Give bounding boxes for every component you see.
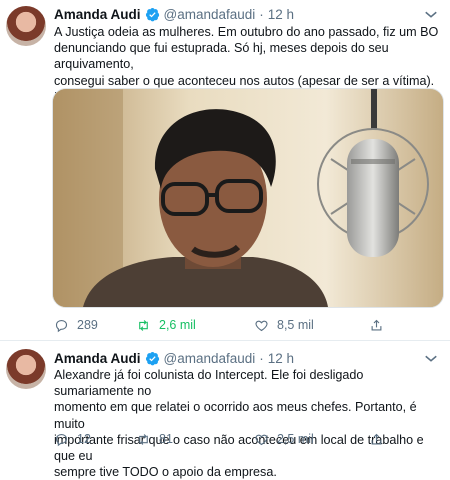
reply-count: 12 <box>77 432 91 446</box>
author-name[interactable]: Amanda Audi <box>54 351 141 366</box>
verified-badge-icon <box>145 351 159 365</box>
timestamp[interactable]: 12 h <box>268 7 294 22</box>
retweet-icon <box>139 433 148 445</box>
more-options-icon[interactable] <box>422 350 440 364</box>
author-handle[interactable]: @amandafaudi <box>164 7 256 22</box>
tweet-text: Alexandre já foi colunista do Intercept.… <box>54 368 424 480</box>
share-button[interactable] <box>369 430 392 448</box>
reply-button[interactable]: 289 <box>54 316 98 334</box>
share-icon <box>371 433 382 444</box>
separator-dot: · <box>259 6 264 22</box>
more-options-icon[interactable] <box>422 6 440 20</box>
reply-icon <box>55 319 68 332</box>
share-button[interactable] <box>369 316 392 334</box>
verified-badge-icon <box>145 7 159 21</box>
separator-dot: · <box>259 350 264 366</box>
tweet[interactable]: Amanda Audi @amandafaudi · 12 h Alexandr… <box>0 340 450 479</box>
heart-icon <box>255 320 268 331</box>
photo-man-with-microphone <box>53 89 443 307</box>
tweet-actions: 289 2,6 mil 8,5 mil <box>54 316 444 334</box>
retweet-count: 81 <box>159 432 173 446</box>
tweet[interactable]: Amanda Audi @amandafaudi · 12 h A Justiç… <box>0 0 450 340</box>
retweet-button[interactable]: 2,6 mil <box>136 316 196 334</box>
tweet-header: Amanda Audi @amandafaudi · 12 h <box>54 5 294 23</box>
tweet-actions: 12 81 2,5 mil <box>54 430 444 448</box>
author-name[interactable]: Amanda Audi <box>54 7 141 22</box>
reply-button[interactable]: 12 <box>54 430 91 448</box>
like-count: 8,5 mil <box>277 318 314 332</box>
retweet-icon <box>139 319 148 331</box>
tweet-header: Amanda Audi @amandafaudi · 12 h <box>54 349 294 367</box>
like-count: 2,5 mil <box>277 432 314 446</box>
author-handle[interactable]: @amandafaudi <box>164 351 256 366</box>
reply-count: 289 <box>77 318 98 332</box>
reply-icon <box>55 433 68 446</box>
timestamp[interactable]: 12 h <box>268 351 294 366</box>
like-button[interactable]: 2,5 mil <box>254 430 314 448</box>
avatar[interactable] <box>6 6 46 46</box>
retweet-button[interactable]: 81 <box>136 430 173 448</box>
tweet-photo[interactable] <box>52 88 444 308</box>
avatar[interactable] <box>6 349 46 389</box>
heart-icon <box>255 434 268 445</box>
retweet-count: 2,6 mil <box>159 318 196 332</box>
like-button[interactable]: 8,5 mil <box>254 316 314 334</box>
share-icon <box>371 319 382 330</box>
